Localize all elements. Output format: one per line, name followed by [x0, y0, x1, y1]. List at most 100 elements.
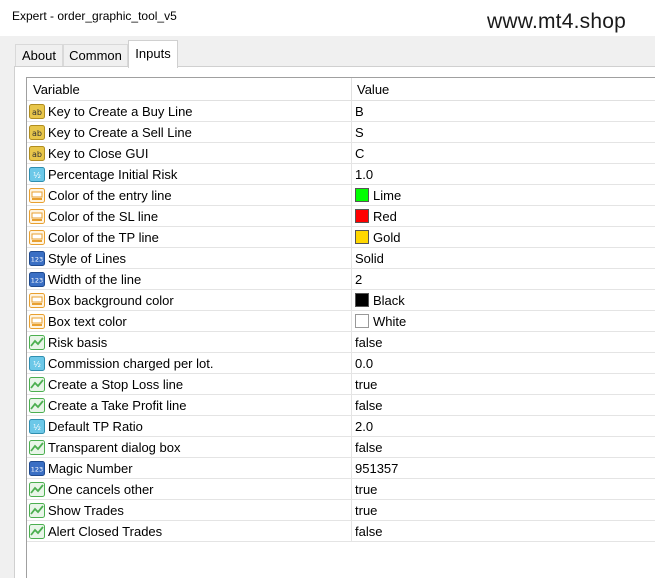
column-separator [351, 311, 352, 332]
boolean-chart-icon [29, 335, 45, 350]
table-row[interactable]: ½ Percentage Initial Risk 1.0 [27, 164, 655, 185]
boolean-chart-icon [29, 482, 45, 497]
header-variable[interactable]: Variable [33, 82, 80, 97]
fraction-double-icon: ½ [29, 356, 45, 371]
ab-string-icon: ab [29, 104, 45, 119]
variable-name: Percentage Initial Risk [48, 167, 178, 182]
table-row[interactable]: ab Key to Create a Sell Line S [27, 122, 655, 143]
color-palette-icon [29, 314, 45, 329]
variable-name: Box background color [48, 293, 174, 308]
boolean-chart-icon [29, 524, 45, 539]
table-row[interactable]: Color of the SL line Red [27, 206, 655, 227]
table-row[interactable]: Create a Take Profit line false [27, 395, 655, 416]
variable-name: Show Trades [48, 503, 124, 518]
color-palette-icon [29, 209, 45, 224]
variable-value[interactable]: White [373, 314, 406, 329]
inputs-grid[interactable]: Variable Value ab Key to Create a Buy Lin… [26, 77, 655, 578]
table-row[interactable]: Transparent dialog box false [27, 437, 655, 458]
variable-name: Magic Number [48, 461, 133, 476]
column-separator [351, 374, 352, 395]
header-separator[interactable] [351, 78, 352, 101]
variable-value[interactable]: 2 [355, 272, 362, 287]
variable-value[interactable]: B [355, 104, 364, 119]
variable-value[interactable]: 951357 [355, 461, 398, 476]
color-palette-icon [29, 293, 45, 308]
table-row[interactable]: 123 Magic Number 951357 [27, 458, 655, 479]
color-swatch [355, 230, 369, 244]
variable-name: Alert Closed Trades [48, 524, 163, 539]
tab-bar: About Common Inputs [0, 36, 655, 68]
variable-value[interactable]: 0.0 [355, 356, 373, 371]
variable-value[interactable]: true [355, 503, 377, 518]
variable-value[interactable]: Gold [373, 230, 400, 245]
table-row[interactable]: ½ Default TP Ratio 2.0 [27, 416, 655, 437]
variable-value[interactable]: Solid [355, 251, 384, 266]
column-separator [351, 269, 352, 290]
variable-value[interactable]: true [355, 377, 377, 392]
table-row[interactable]: 123 Width of the line 2 [27, 269, 655, 290]
column-separator [351, 500, 352, 521]
variable-value[interactable]: 1.0 [355, 167, 373, 182]
table-row[interactable]: One cancels other true [27, 479, 655, 500]
integer-123-icon: 123 [29, 461, 45, 476]
window-title: Expert - order_graphic_tool_v5 [12, 9, 177, 23]
table-row[interactable]: 123 Style of Lines Solid [27, 248, 655, 269]
variable-value[interactable]: C [355, 146, 364, 161]
column-separator [351, 290, 352, 311]
table-row[interactable]: ab Key to Close GUI C [27, 143, 655, 164]
column-separator [351, 143, 352, 164]
variable-name: Color of the SL line [48, 209, 159, 224]
column-separator [351, 122, 352, 143]
variable-value[interactable]: true [355, 482, 377, 497]
fraction-double-icon: ½ [29, 419, 45, 434]
table-row[interactable]: Alert Closed Trades false [27, 521, 655, 542]
variable-value[interactable]: Black [373, 293, 405, 308]
svg-text:½: ½ [33, 360, 41, 369]
tab-common[interactable]: Common [63, 44, 128, 67]
variable-value[interactable]: false [355, 440, 382, 455]
variable-value[interactable]: false [355, 335, 382, 350]
svg-text:123: 123 [31, 256, 43, 264]
variable-value[interactable]: S [355, 125, 364, 140]
table-row[interactable]: Show Trades true [27, 500, 655, 521]
table-row[interactable]: Create a Stop Loss line true [27, 374, 655, 395]
tab-about[interactable]: About [15, 44, 63, 67]
header-value[interactable]: Value [357, 82, 389, 97]
variable-name: Box text color [48, 314, 127, 329]
column-separator [351, 248, 352, 269]
column-separator [351, 101, 352, 122]
color-swatch [355, 209, 369, 223]
variable-value[interactable]: false [355, 398, 382, 413]
variable-value[interactable]: Lime [373, 188, 401, 203]
variable-value[interactable]: Red [373, 209, 397, 224]
svg-text:ab: ab [32, 108, 42, 117]
svg-text:ab: ab [32, 129, 42, 138]
variable-value[interactable]: false [355, 524, 382, 539]
variable-value[interactable]: 2.0 [355, 419, 373, 434]
table-row[interactable]: ab Key to Create a Buy Line B [27, 101, 655, 122]
color-palette-icon [29, 230, 45, 245]
table-row[interactable]: Color of the entry line Lime [27, 185, 655, 206]
boolean-chart-icon [29, 398, 45, 413]
ab-string-icon: ab [29, 146, 45, 161]
svg-text:123: 123 [31, 466, 43, 474]
variable-name: Transparent dialog box [48, 440, 181, 455]
tab-inputs[interactable]: Inputs [128, 40, 178, 68]
table-row[interactable]: Box text color White [27, 311, 655, 332]
watermark: www.mt4.shop [487, 10, 626, 33]
variable-name: Create a Take Profit line [48, 398, 187, 413]
column-separator [351, 416, 352, 437]
grid-header: Variable Value [27, 78, 655, 101]
column-separator [351, 395, 352, 416]
table-row[interactable]: Box background color Black [27, 290, 655, 311]
column-separator [351, 437, 352, 458]
color-swatch [355, 314, 369, 328]
variable-name: Width of the line [48, 272, 142, 287]
integer-123-icon: 123 [29, 272, 45, 287]
column-separator [351, 164, 352, 185]
variable-name: Key to Close GUI [48, 146, 149, 161]
table-row[interactable]: ½ Commission charged per lot. 0.0 [27, 353, 655, 374]
table-row[interactable]: Risk basis false [27, 332, 655, 353]
boolean-chart-icon [29, 377, 45, 392]
table-row[interactable]: Color of the TP line Gold [27, 227, 655, 248]
